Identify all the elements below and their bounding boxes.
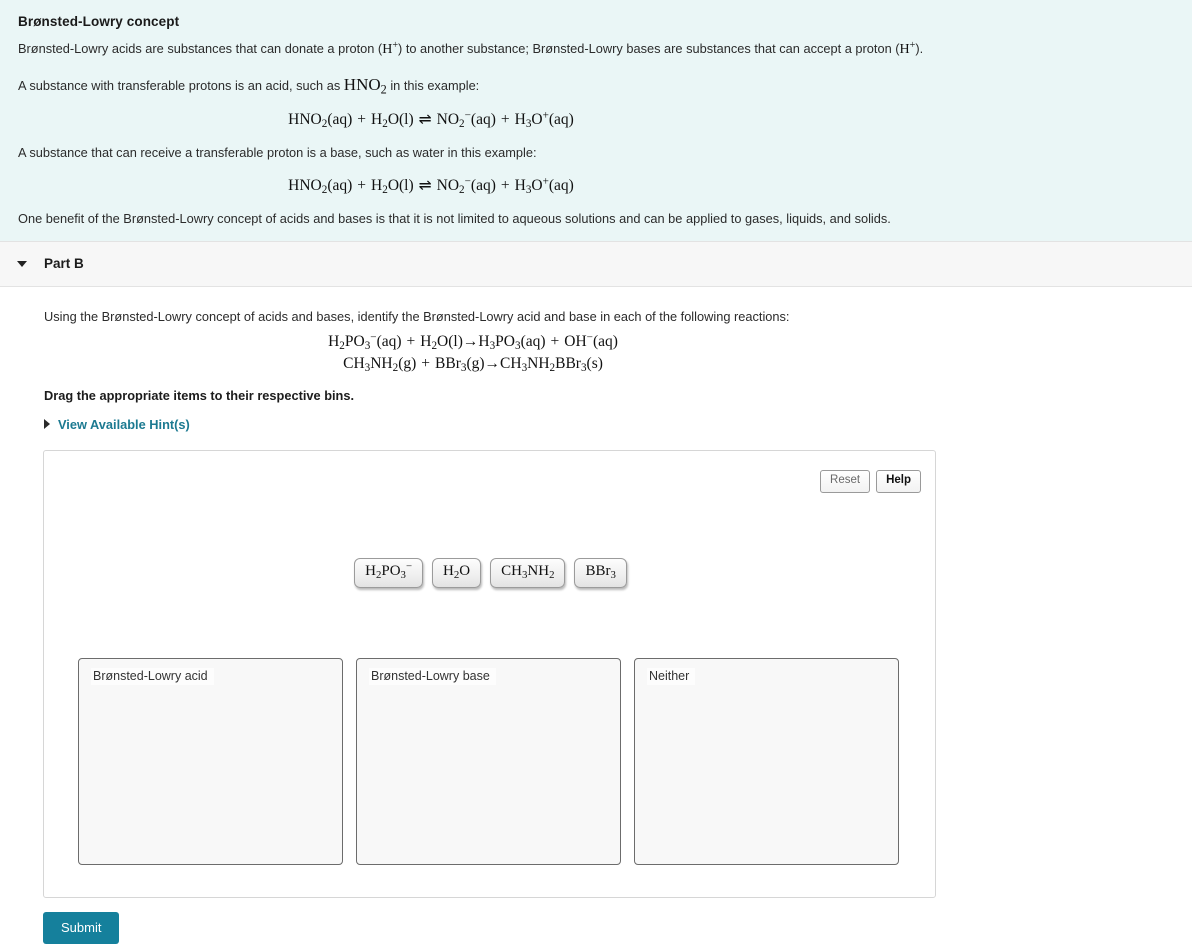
reaction-2: CH3NH2(g) + BBr3(g)→CH3NH2BBr3(s) [343, 354, 603, 374]
draggable-tile-ch3nh2[interactable]: CH3NH2 [490, 557, 566, 588]
concept-p1-part-c: ). [915, 41, 924, 56]
submit-button[interactable]: Submit [43, 911, 120, 944]
proton-formula-2: H+ [899, 39, 916, 57]
question-body: Using the Brønsted-Lowry concept of acid… [0, 287, 1192, 432]
concept-paragraph-2: A substance with transferable protons is… [18, 74, 1176, 96]
concept-p2-part-b: in this example: [390, 77, 480, 93]
concept-title: Brønsted-Lowry concept [18, 14, 180, 29]
drag-instruction: Drag the appropriate items to their resp… [44, 387, 355, 403]
tile-label-bbr3: BBr3 [585, 562, 616, 581]
concept-p2-part-a: A substance with transferable protons is… [18, 77, 341, 93]
bin-neither[interactable]: Neither [634, 657, 899, 865]
bin-label-acid: Brønsted-Lowry acid [91, 667, 214, 685]
hno2-formula-inline: HNO2 [343, 74, 387, 96]
reaction-1: H2PO3−(aq) + H2O(l)→H3PO3(aq) + OH−(aq) [328, 331, 618, 352]
view-hints-toggle[interactable]: View Available Hint(s) [44, 417, 219, 432]
question-prompt: Using the Brønsted-Lowry concept of acid… [44, 308, 790, 324]
concept-p1-part-a: Brønsted-Lowry acids are substances that… [18, 41, 383, 56]
concept-paragraph-3: A substance that can receive a transfera… [18, 144, 537, 160]
draggable-tile-bbr3[interactable]: BBr3 [574, 557, 627, 588]
concept-equation-1: HNO2(aq) + H2O(l) ⇌ NO2−(aq) + H3O+(aq) [288, 109, 574, 130]
reaction-2-row: CH3NH2(g) + BBr3(g)→CH3NH2BBr3(s) [44, 354, 1192, 374]
answer-panel: Reset Help H2PO3− H2O CH3NH2 BBr3 Brønst… [43, 449, 937, 898]
view-hints-label: View Available Hint(s) [58, 416, 190, 432]
help-button[interactable]: Help [876, 469, 921, 493]
bin-bronsted-lowry-acid[interactable]: Brønsted-Lowry acid [78, 657, 343, 865]
concept-p1-part-b: ) to another substance; Brønsted-Lowry b… [398, 41, 900, 56]
concept-paragraph-1: Brønsted-Lowry acids are substances that… [18, 39, 1176, 59]
panel-tools: Reset Help [820, 469, 921, 493]
reset-button[interactable]: Reset [820, 469, 871, 493]
reaction-1-row: H2PO3−(aq) + H2O(l)→H3PO3(aq) + OH−(aq) [44, 331, 1192, 352]
caret-down-icon[interactable] [17, 260, 27, 267]
proton-formula-1: H+ [382, 39, 399, 57]
tile-label-h2o: H2O [443, 562, 471, 581]
bin-label-neither: Neither [647, 667, 696, 685]
concept-paragraph-4: One benefit of the Brønsted-Lowry concep… [18, 210, 891, 226]
caret-right-icon [44, 419, 50, 430]
tile-label-ch3nh2: CH3NH2 [501, 562, 555, 581]
part-title: Part B [44, 256, 84, 272]
concept-equation-2-row: HNO2(aq) + H2O(l) ⇌ NO2−(aq) + H3O+(aq) [16, 175, 1176, 196]
part-b-header[interactable]: Part B [0, 240, 1192, 287]
bins-container: Brønsted-Lowry acid Brønsted-Lowry base … [78, 657, 899, 865]
bin-label-base: Brønsted-Lowry base [369, 667, 496, 685]
concept-equation-1-row: HNO2(aq) + H2O(l) ⇌ NO2−(aq) + H3O+(aq) [16, 109, 1176, 130]
draggable-tile-h2po3[interactable]: H2PO3− [354, 557, 424, 588]
tile-label-h2po3: H2PO3− [365, 560, 413, 581]
concept-info-box: Brønsted-Lowry concept Brønsted-Lowry ac… [0, 0, 1192, 241]
draggable-tile-tray: H2PO3− H2O CH3NH2 BBr3 [44, 557, 937, 588]
bin-bronsted-lowry-base[interactable]: Brønsted-Lowry base [356, 657, 621, 865]
concept-equation-2: HNO2(aq) + H2O(l) ⇌ NO2−(aq) + H3O+(aq) [288, 175, 574, 196]
draggable-tile-h2o[interactable]: H2O [432, 557, 482, 588]
